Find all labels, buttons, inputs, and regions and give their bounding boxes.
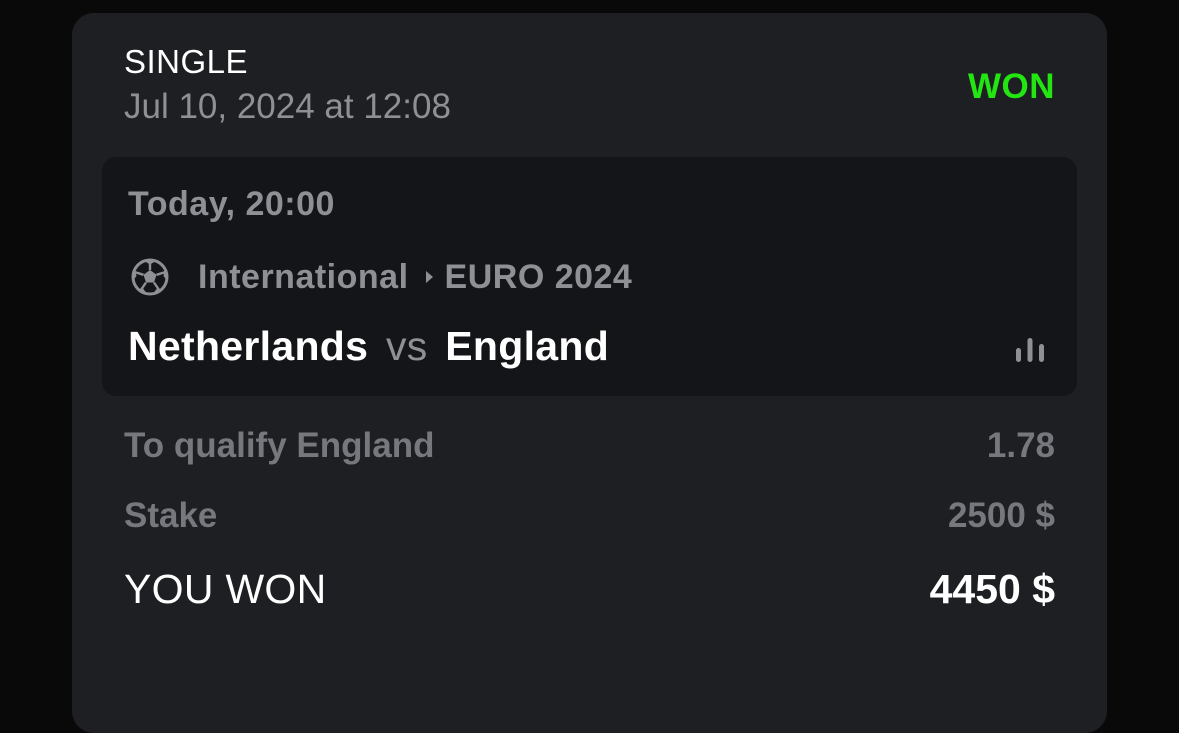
selection-row: To qualify England 1.78 — [124, 426, 1055, 466]
match-teams: Netherlands vs England — [128, 323, 609, 370]
bet-placed-date: Jul 10, 2024 at 12:08 — [124, 87, 451, 126]
stats-bars-icon[interactable] — [1013, 335, 1047, 365]
league-name: EURO 2024 — [444, 257, 633, 296]
bet-type-label: SINGLE — [124, 43, 249, 80]
away-team: England — [445, 323, 610, 369]
bet-card[interactable]: SINGLE Jul 10, 2024 at 12:08 WON Today, … — [72, 13, 1107, 733]
payout-row: YOU WON 4450 $ — [124, 566, 1055, 613]
soccer-ball-icon — [130, 257, 170, 297]
stake-value: 2500 $ — [947, 496, 1055, 535]
payout-label: YOU WON — [124, 566, 327, 612]
stake-row: Stake 2500 $ — [124, 496, 1055, 536]
league-breadcrumb: International EURO 2024 — [130, 255, 632, 299]
league-category: International — [198, 257, 409, 296]
selection-label: To qualify England — [124, 426, 435, 465]
stake-label: Stake — [124, 496, 218, 535]
event-time: Today, 20:00 — [128, 185, 335, 223]
home-team: Netherlands — [128, 323, 369, 369]
bet-status-badge: WON — [967, 67, 1055, 106]
payout-value: 4450 $ — [929, 566, 1055, 612]
event-panel[interactable]: Today, 20:00 International EURO 2024 Net… — [102, 157, 1077, 396]
versus-separator: vs — [385, 323, 428, 369]
odds-value: 1.78 — [986, 426, 1055, 465]
breadcrumb-arrow-icon — [425, 271, 433, 283]
